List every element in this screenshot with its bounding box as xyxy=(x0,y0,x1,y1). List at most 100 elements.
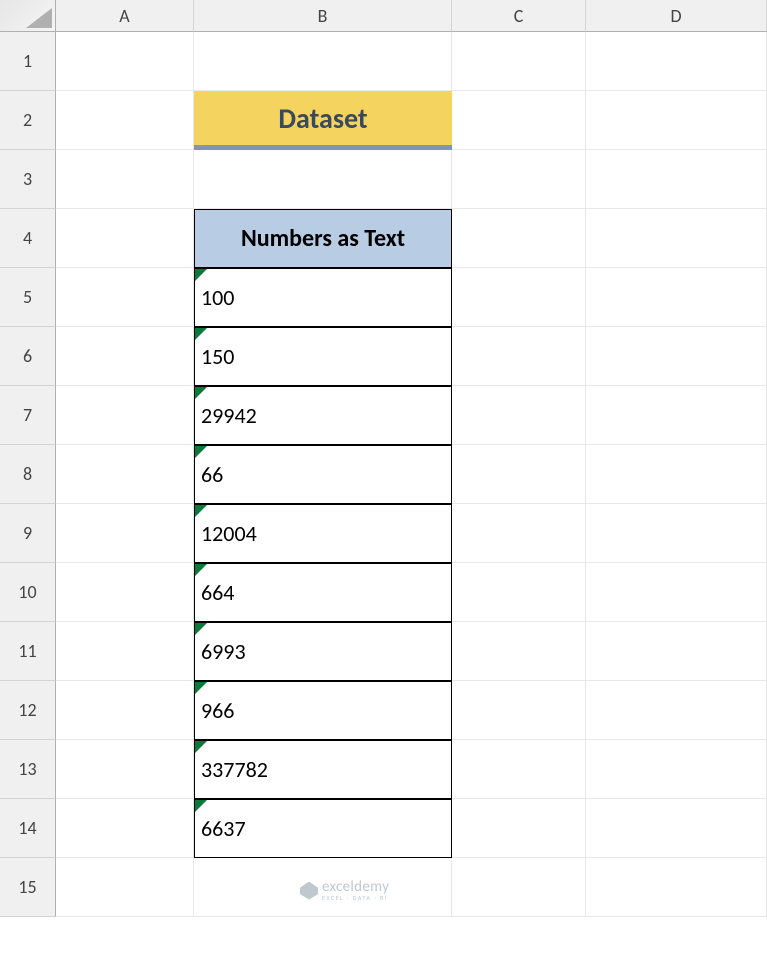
row-header-2[interactable]: 2 xyxy=(0,91,56,150)
text-stored-as-number-icon xyxy=(195,387,207,399)
data-cell-4[interactable]: 12004 xyxy=(194,504,452,563)
data-cell-9[interactable]: 6637 xyxy=(194,799,452,858)
cell-c11[interactable] xyxy=(452,622,586,681)
cell-d14[interactable] xyxy=(586,799,767,858)
cell-a4[interactable] xyxy=(56,209,194,268)
cell-a9[interactable] xyxy=(56,504,194,563)
cell-c8[interactable] xyxy=(452,445,586,504)
dataset-title[interactable]: Dataset xyxy=(194,91,452,150)
cell-d10[interactable] xyxy=(586,563,767,622)
data-cell-5[interactable]: 664 xyxy=(194,563,452,622)
data-value: 12004 xyxy=(201,520,257,547)
data-value: 6993 xyxy=(201,638,246,665)
cell-a14[interactable] xyxy=(56,799,194,858)
spreadsheet-grid: A B C D 1 2 Dataset 3 4 Numbers as Text … xyxy=(0,0,767,917)
cell-d15[interactable] xyxy=(586,858,767,917)
cell-b1[interactable] xyxy=(194,32,452,91)
cell-d3[interactable] xyxy=(586,150,767,209)
cell-d2[interactable] xyxy=(586,91,767,150)
cell-c1[interactable] xyxy=(452,32,586,91)
data-value: 337782 xyxy=(201,756,268,783)
cell-d8[interactable] xyxy=(586,445,767,504)
cell-d11[interactable] xyxy=(586,622,767,681)
cell-a3[interactable] xyxy=(56,150,194,209)
cell-c13[interactable] xyxy=(452,740,586,799)
data-value: 29942 xyxy=(201,402,257,429)
cell-b3[interactable] xyxy=(194,150,452,209)
cell-d6[interactable] xyxy=(586,327,767,386)
text-stored-as-number-icon xyxy=(195,505,207,517)
col-header-d[interactable]: D xyxy=(586,0,767,32)
data-value: 966 xyxy=(201,697,234,724)
cell-c10[interactable] xyxy=(452,563,586,622)
text-stored-as-number-icon xyxy=(195,741,207,753)
cell-d4[interactable] xyxy=(586,209,767,268)
data-value: 100 xyxy=(201,284,234,311)
cell-a8[interactable] xyxy=(56,445,194,504)
watermark-sub: EXCEL · DATA · BI xyxy=(322,895,389,901)
row-header-1[interactable]: 1 xyxy=(0,32,56,91)
col-header-c[interactable]: C xyxy=(452,0,586,32)
row-header-13[interactable]: 13 xyxy=(0,740,56,799)
text-stored-as-number-icon xyxy=(195,269,207,281)
watermark: exceldemy EXCEL · DATA · BI xyxy=(300,880,389,901)
cell-d7[interactable] xyxy=(586,386,767,445)
cell-a2[interactable] xyxy=(56,91,194,150)
cell-c6[interactable] xyxy=(452,327,586,386)
cell-a6[interactable] xyxy=(56,327,194,386)
cell-c5[interactable] xyxy=(452,268,586,327)
cell-c15[interactable] xyxy=(452,858,586,917)
col-header-a[interactable]: A xyxy=(56,0,194,32)
cell-c9[interactable] xyxy=(452,504,586,563)
exceldemy-logo-icon xyxy=(300,882,318,900)
text-stored-as-number-icon xyxy=(195,328,207,340)
data-cell-1[interactable]: 150 xyxy=(194,327,452,386)
row-header-9[interactable]: 9 xyxy=(0,504,56,563)
data-cell-2[interactable]: 29942 xyxy=(194,386,452,445)
data-cell-7[interactable]: 966 xyxy=(194,681,452,740)
cell-c7[interactable] xyxy=(452,386,586,445)
cell-d12[interactable] xyxy=(586,681,767,740)
cell-d5[interactable] xyxy=(586,268,767,327)
row-header-11[interactable]: 11 xyxy=(0,622,56,681)
cell-a1[interactable] xyxy=(56,32,194,91)
row-header-8[interactable]: 8 xyxy=(0,445,56,504)
row-header-4[interactable]: 4 xyxy=(0,209,56,268)
cell-a10[interactable] xyxy=(56,563,194,622)
select-all-corner[interactable] xyxy=(0,0,56,32)
cell-a7[interactable] xyxy=(56,386,194,445)
cell-c14[interactable] xyxy=(452,799,586,858)
data-cell-3[interactable]: 66 xyxy=(194,445,452,504)
cell-a11[interactable] xyxy=(56,622,194,681)
cell-c3[interactable] xyxy=(452,150,586,209)
row-header-10[interactable]: 10 xyxy=(0,563,56,622)
row-header-5[interactable]: 5 xyxy=(0,268,56,327)
cell-c12[interactable] xyxy=(452,681,586,740)
row-header-14[interactable]: 14 xyxy=(0,799,56,858)
watermark-main: exceldemy xyxy=(322,880,389,895)
data-cell-6[interactable]: 6993 xyxy=(194,622,452,681)
row-header-6[interactable]: 6 xyxy=(0,327,56,386)
cell-a15[interactable] xyxy=(56,858,194,917)
table-column-header[interactable]: Numbers as Text xyxy=(194,209,452,268)
data-cell-0[interactable]: 100 xyxy=(194,268,452,327)
row-header-15[interactable]: 15 xyxy=(0,858,56,917)
cell-d13[interactable] xyxy=(586,740,767,799)
cell-d9[interactable] xyxy=(586,504,767,563)
data-value: 6637 xyxy=(201,815,246,842)
col-header-b[interactable]: B xyxy=(194,0,452,32)
text-stored-as-number-icon xyxy=(195,800,207,812)
row-header-3[interactable]: 3 xyxy=(0,150,56,209)
cell-a5[interactable] xyxy=(56,268,194,327)
cell-c2[interactable] xyxy=(452,91,586,150)
text-stored-as-number-icon xyxy=(195,446,207,458)
select-all-triangle-icon xyxy=(26,8,52,28)
row-header-12[interactable]: 12 xyxy=(0,681,56,740)
cell-a12[interactable] xyxy=(56,681,194,740)
data-value: 66 xyxy=(201,461,223,488)
cell-a13[interactable] xyxy=(56,740,194,799)
row-header-7[interactable]: 7 xyxy=(0,386,56,445)
data-cell-8[interactable]: 337782 xyxy=(194,740,452,799)
cell-c4[interactable] xyxy=(452,209,586,268)
cell-d1[interactable] xyxy=(586,32,767,91)
